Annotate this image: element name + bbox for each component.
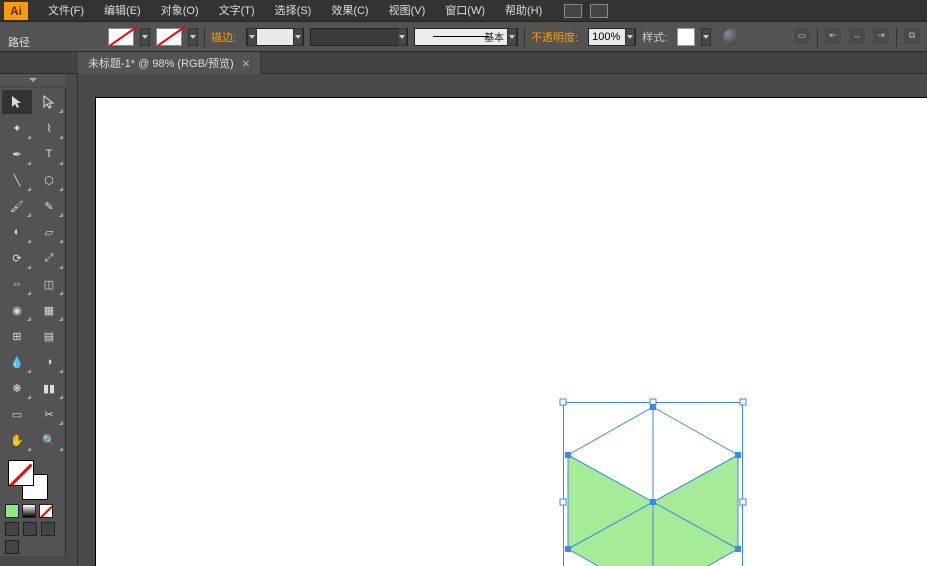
graphic-style-swatch[interactable]: [677, 28, 695, 46]
handle-tr[interactable]: [740, 399, 747, 406]
opacity-combo[interactable]: [588, 28, 636, 46]
symbol-sprayer-tool[interactable]: ❋: [2, 376, 32, 400]
close-tab-icon[interactable]: [242, 59, 250, 67]
bounding-box: [563, 402, 743, 566]
anchor-ul[interactable]: [565, 452, 571, 458]
menu-window[interactable]: 窗口(W): [435, 0, 495, 22]
arrange-docs-icon[interactable]: [590, 4, 608, 18]
handle-tl[interactable]: [560, 399, 567, 406]
gradient-tool[interactable]: ▤: [34, 324, 64, 348]
menu-file[interactable]: 文件(F): [38, 0, 94, 22]
none-swatch[interactable]: [39, 504, 53, 518]
magic-wand-tool[interactable]: ✦: [2, 116, 32, 140]
brush-definition[interactable]: 基本: [414, 28, 518, 46]
eyedropper-tool[interactable]: 💧: [2, 350, 32, 374]
zoom-tool[interactable]: 🔍: [34, 428, 64, 452]
opacity-input[interactable]: [589, 29, 625, 45]
anchor-ur[interactable]: [735, 452, 741, 458]
shape-tool[interactable]: ⬡: [34, 168, 64, 192]
slice-tool[interactable]: ✂: [34, 402, 64, 426]
graph-tool[interactable]: ▮▮: [34, 376, 64, 400]
fill-dropdown[interactable]: [140, 28, 150, 46]
selected-object[interactable]: [563, 402, 743, 566]
draw-inside-icon[interactable]: [41, 522, 55, 536]
anchor-lr[interactable]: [735, 546, 741, 552]
perspective-grid-tool[interactable]: ▦: [34, 298, 64, 322]
transform-icon[interactable]: ⧉: [903, 27, 921, 45]
menu-object[interactable]: 对象(O): [151, 0, 209, 22]
canvas[interactable]: [78, 74, 927, 566]
toolbox-handle[interactable]: [0, 74, 66, 86]
opacity-label: 不透明度:: [531, 29, 578, 45]
align-left-icon[interactable]: ⇤: [824, 27, 842, 45]
free-transform-tool[interactable]: ◫: [34, 272, 64, 296]
artboard-tool[interactable]: ▭: [2, 402, 32, 426]
screen-mode-icon[interactable]: [5, 540, 19, 554]
pen-tool[interactable]: ✒: [2, 142, 32, 166]
app-icon: Ai: [4, 2, 28, 20]
menu-help[interactable]: 帮助(H): [495, 0, 552, 22]
align-center-h-icon[interactable]: ⇔: [848, 27, 866, 45]
document-tab-title: 未标题-1* @ 98% (RGB/预览): [88, 55, 234, 71]
draw-normal-icon[interactable]: [5, 522, 19, 536]
selection-tool[interactable]: [2, 90, 32, 114]
gradient-swatch[interactable]: [22, 504, 36, 518]
align-panel-icon[interactable]: ▭: [793, 27, 811, 45]
left-gutter: ✦ ⌇ ✒ T ╲ ⬡ 🖌 ✎ ◐ ▱ ⟳ ⤢ ⇔ ◫ ◉ ▦ ⊞ ▤ 💧 ◑: [0, 74, 78, 566]
rotate-tool[interactable]: ⟳: [2, 246, 32, 270]
lasso-tool[interactable]: ⌇: [34, 116, 64, 140]
document-tab-bar: 未标题-1* @ 98% (RGB/预览): [0, 52, 927, 74]
options-bar: 路径 描边: 基本 不透明度: 样式: ▭ ⇤ ⇔ ⇥ ⧉: [0, 22, 927, 52]
menu-select[interactable]: 选择(S): [265, 0, 322, 22]
handle-ml[interactable]: [560, 499, 567, 506]
direct-selection-tool[interactable]: [34, 90, 64, 114]
context-label: 路径: [8, 34, 30, 50]
draw-behind-icon[interactable]: [23, 522, 37, 536]
toolbox: ✦ ⌇ ✒ T ╲ ⬡ 🖌 ✎ ◐ ▱ ⟳ ⤢ ⇔ ◫ ◉ ▦ ⊞ ▤ 💧 ◑: [0, 88, 66, 556]
line-tool[interactable]: ╲: [2, 168, 32, 192]
style-label: 样式:: [642, 29, 667, 45]
blend-tool[interactable]: ◑: [34, 350, 64, 374]
bridge-icon[interactable]: [564, 4, 582, 18]
width-tool[interactable]: ⇔: [2, 272, 32, 296]
artboard: [96, 98, 927, 566]
document-tab[interactable]: 未标题-1* @ 98% (RGB/预览): [78, 52, 261, 74]
var-width-profile[interactable]: [310, 28, 408, 46]
anchor-ll[interactable]: [565, 546, 571, 552]
stroke-label: 描边:: [211, 29, 236, 45]
menu-view[interactable]: 视图(V): [379, 0, 436, 22]
stroke-width-input[interactable]: [257, 29, 293, 45]
last-color-swatch[interactable]: [5, 504, 19, 518]
anchor-center[interactable]: [650, 499, 656, 505]
menu-type[interactable]: 文字(T): [209, 0, 265, 22]
shape-builder-tool[interactable]: ◉: [2, 298, 32, 322]
blob-brush-tool[interactable]: ◐: [2, 220, 32, 244]
type-tool[interactable]: T: [34, 142, 64, 166]
pencil-tool[interactable]: ✎: [34, 194, 64, 218]
scale-tool[interactable]: ⤢: [34, 246, 64, 270]
anchor-top[interactable]: [650, 404, 656, 410]
menubar: Ai 文件(F) 编辑(E) 对象(O) 文字(T) 选择(S) 效果(C) 视…: [0, 0, 927, 22]
graphic-style-dropdown[interactable]: [701, 28, 711, 46]
paintbrush-tool[interactable]: 🖌: [2, 194, 32, 218]
stroke-swatch[interactable]: [156, 28, 182, 46]
eraser-tool[interactable]: ▱: [34, 220, 64, 244]
hand-tool[interactable]: ✋: [2, 428, 32, 452]
stroke-width-combo[interactable]: [246, 28, 304, 46]
fill-swatch[interactable]: [108, 28, 134, 46]
align-right-icon[interactable]: ⇥: [872, 27, 890, 45]
handle-mr[interactable]: [740, 499, 747, 506]
recolor-artwork-icon[interactable]: [723, 29, 739, 45]
fill-stroke-swatch[interactable]: [8, 460, 48, 500]
menu-effect[interactable]: 效果(C): [321, 0, 378, 22]
menu-edit[interactable]: 编辑(E): [94, 0, 151, 22]
stroke-dropdown[interactable]: [188, 28, 198, 46]
mesh-tool[interactable]: ⊞: [2, 324, 32, 348]
